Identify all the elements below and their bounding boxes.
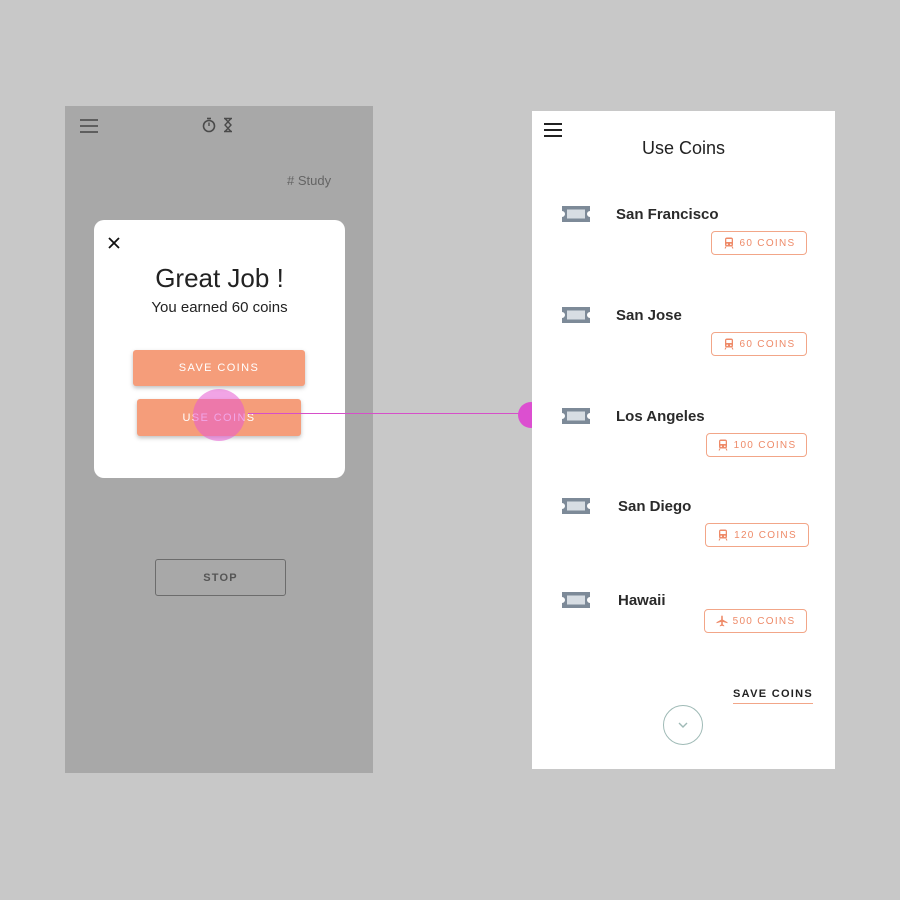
page-title: Use Coins xyxy=(641,138,726,158)
destination-name: Hawaii xyxy=(618,592,666,609)
destination-name: San Francisco xyxy=(616,206,719,223)
coin-cost: 500 COINS xyxy=(732,615,796,627)
destination-name: Los Angeles xyxy=(616,408,705,425)
save-coins-link[interactable]: SAVE COINS xyxy=(733,688,814,704)
prototype-connector-line xyxy=(248,413,528,414)
close-icon[interactable] xyxy=(107,236,121,250)
ticket-icon xyxy=(562,498,590,514)
stopwatch-hourglass-icon xyxy=(202,117,232,133)
menu-icon[interactable] xyxy=(544,123,562,137)
destination-item[interactable]: San Jose 60 COINS xyxy=(532,306,835,366)
destination-item[interactable]: Hawaii 500 COINS xyxy=(532,591,835,651)
destination-item[interactable]: San Diego 120 COINS xyxy=(532,497,835,557)
stop-button[interactable]: STOP xyxy=(155,559,286,596)
scroll-down-button[interactable] xyxy=(663,705,703,745)
coin-cost-badge[interactable]: 60 COINS xyxy=(711,231,807,255)
coin-cost: 60 COINS xyxy=(739,237,796,249)
modal-title: Great Job ! xyxy=(155,263,284,293)
menu-icon[interactable] xyxy=(80,119,98,133)
train-icon xyxy=(718,529,728,541)
train-icon xyxy=(724,237,733,249)
save-coins-button[interactable]: SAVE COINS xyxy=(133,350,305,386)
ticket-icon xyxy=(562,408,590,424)
ticket-icon xyxy=(562,206,590,222)
coin-cost-badge[interactable]: 60 COINS xyxy=(711,332,807,356)
train-icon xyxy=(724,338,733,350)
airplane-icon xyxy=(716,615,728,627)
coin-cost-badge[interactable]: 100 COINS xyxy=(706,433,807,457)
tap-indicator xyxy=(193,389,245,441)
ticket-icon xyxy=(562,307,590,323)
coin-cost-badge[interactable]: 500 COINS xyxy=(704,609,807,633)
modal-subtitle: You earned 60 coins xyxy=(151,299,288,316)
coin-cost: 120 COINS xyxy=(734,529,797,541)
destination-name: San Diego xyxy=(618,498,692,515)
destination-item[interactable]: Los Angeles 100 COINS xyxy=(532,407,835,467)
train-icon xyxy=(718,439,728,451)
coin-cost-badge[interactable]: 120 COINS xyxy=(705,523,809,547)
chevron-down-icon xyxy=(678,722,688,728)
destination-item[interactable]: San Francisco 60 COINS xyxy=(532,205,835,265)
coin-cost: 60 COINS xyxy=(739,338,796,350)
ticket-icon xyxy=(562,592,590,608)
tag-label: # Study xyxy=(287,173,332,188)
use-coins-screen: Use Coins San Francisco 60 COINS San Jos… xyxy=(532,111,835,769)
coin-cost: 100 COINS xyxy=(733,439,797,451)
destination-name: San Jose xyxy=(616,307,682,324)
